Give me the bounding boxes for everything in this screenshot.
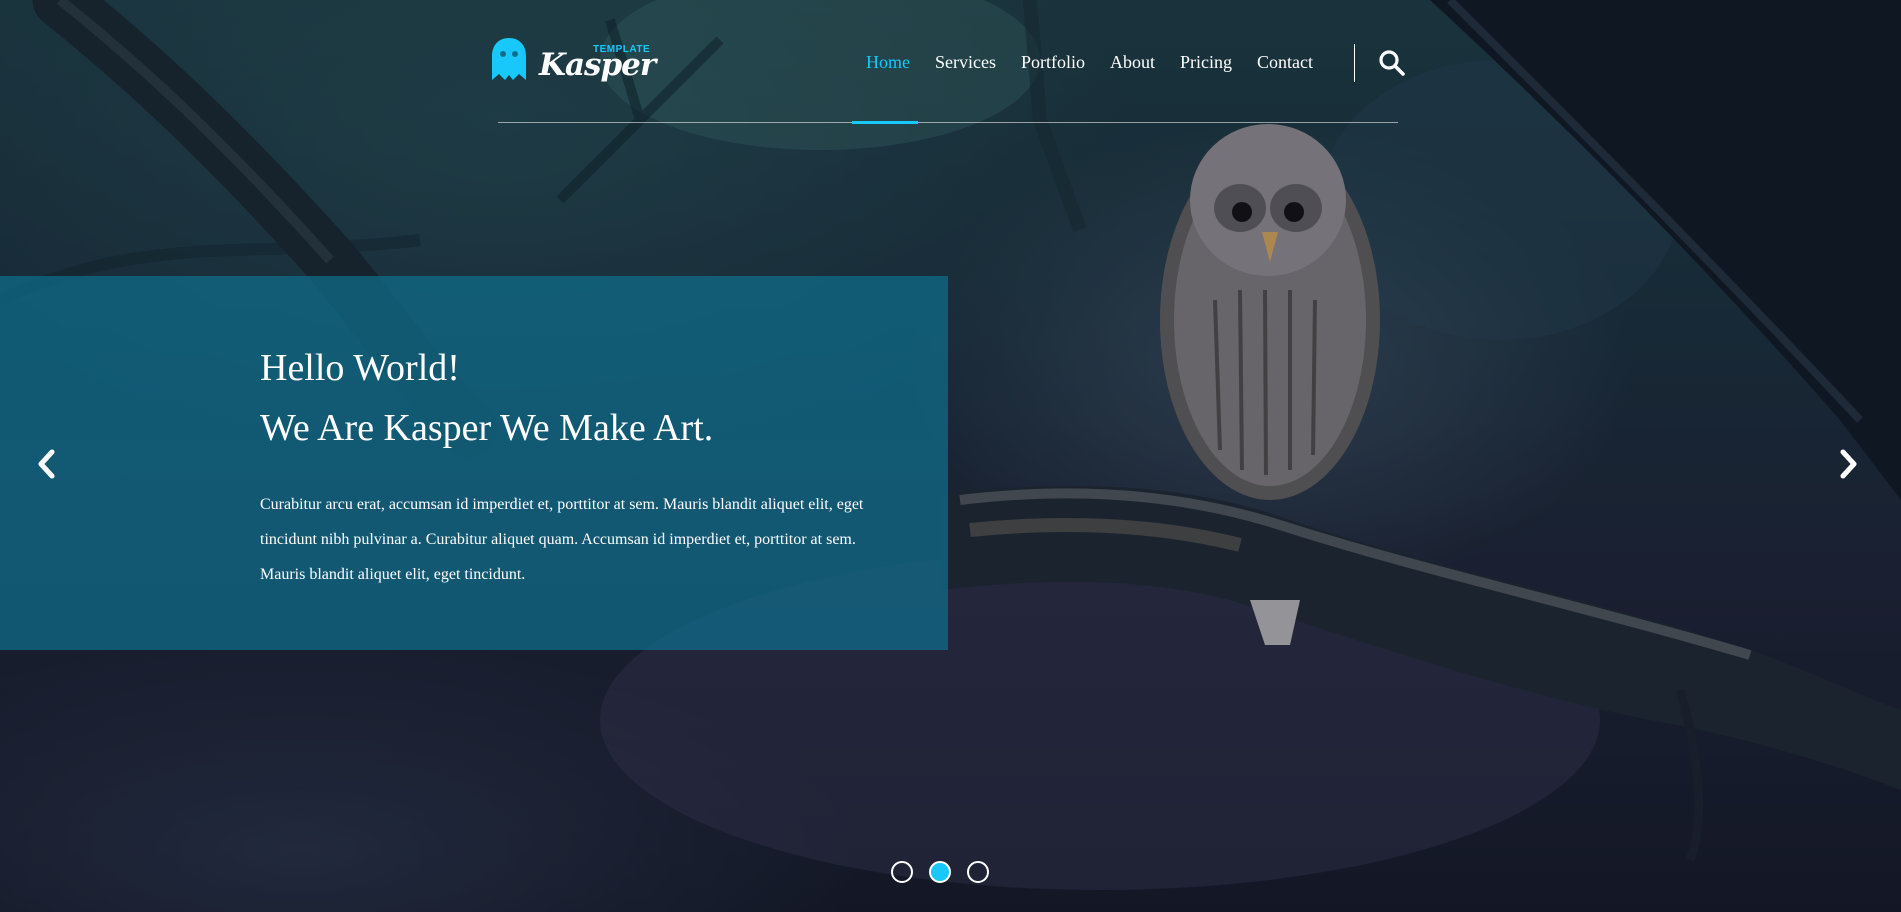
hero-heading-line1: Hello World! — [260, 347, 460, 389]
nav-item-services[interactable]: Services — [935, 50, 996, 74]
nav-item-home[interactable]: Home — [866, 50, 910, 74]
logo[interactable]: Kasper TEMPLATE — [489, 33, 656, 89]
slider-dot-1[interactable] — [891, 861, 913, 883]
nav-item-about[interactable]: About — [1110, 50, 1155, 74]
active-nav-indicator — [852, 121, 918, 124]
slider-dot-2[interactable] — [929, 861, 951, 883]
nav-divider — [1354, 44, 1355, 82]
chevron-right-icon[interactable] — [1835, 446, 1863, 482]
ghost-icon — [492, 38, 526, 80]
nav-item-contact[interactable]: Contact — [1257, 50, 1313, 74]
slider-dot-3[interactable] — [967, 861, 989, 883]
header-divider — [498, 122, 1398, 123]
site-header: Kasper TEMPLATE Home Services Portfolio … — [0, 0, 1901, 124]
hero-content-panel: Hello World! We Are Kasper We Make Art. … — [0, 276, 948, 650]
nav-item-pricing[interactable]: Pricing — [1180, 50, 1232, 74]
chevron-left-icon[interactable] — [32, 446, 60, 482]
main-nav: Home Services Portfolio About Pricing Co… — [866, 50, 1338, 74]
hero-description: Curabitur arcu erat, accumsan id imperdi… — [260, 496, 864, 583]
logo-tagline: TEMPLATE — [593, 44, 651, 55]
nav-item-portfolio[interactable]: Portfolio — [1021, 50, 1085, 74]
search-icon[interactable] — [1378, 49, 1406, 77]
hero-heading-line2: We Are Kasper We Make Art. — [260, 407, 714, 449]
